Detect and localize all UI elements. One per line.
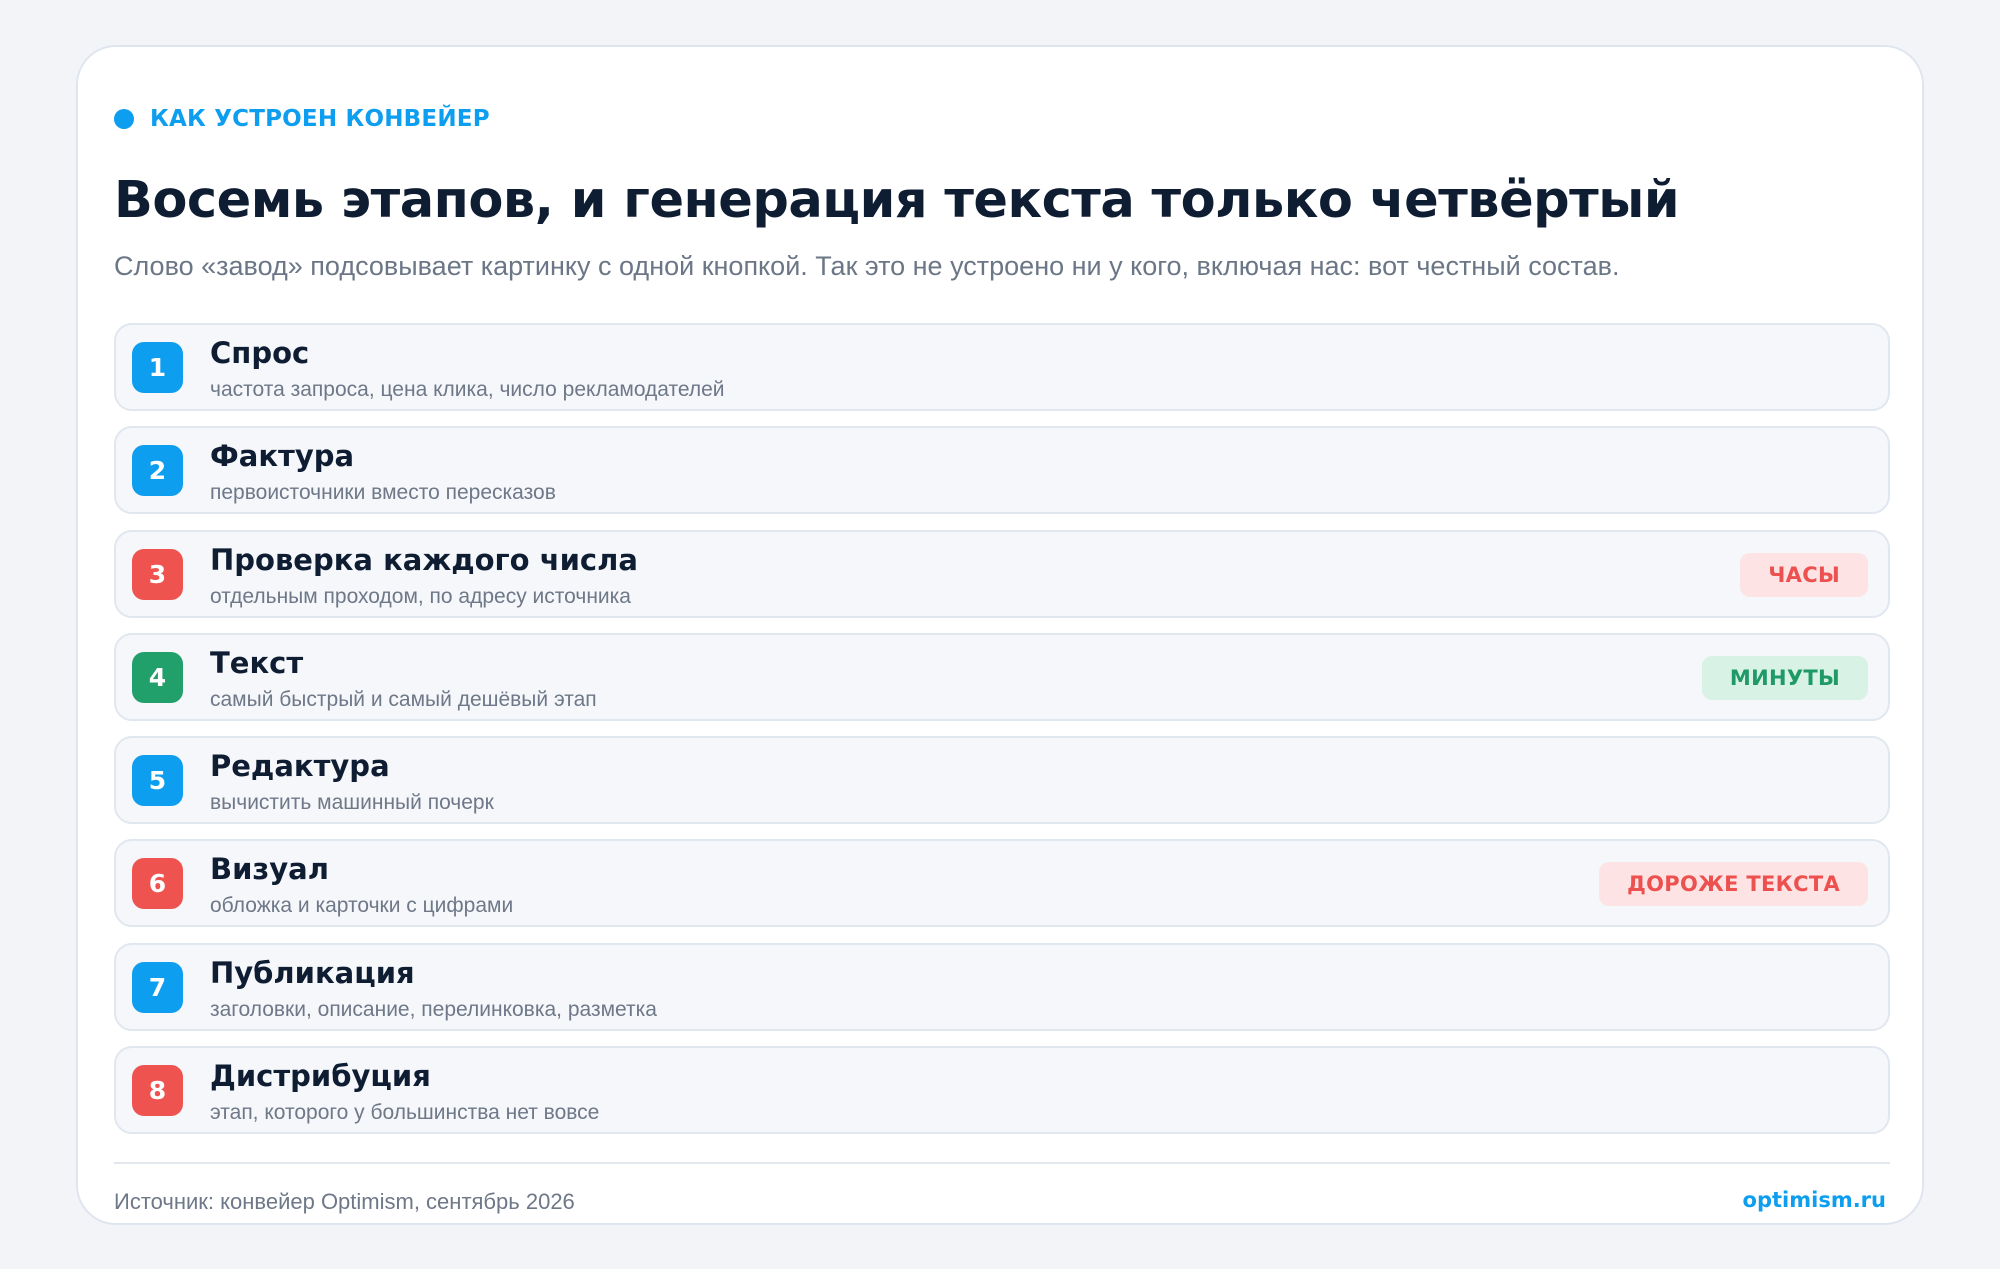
page-title: Восемь этапов, и генерация текста только…: [114, 171, 1680, 230]
step-number: 3: [132, 548, 183, 600]
step-title: Дистрибуция: [210, 1059, 431, 1094]
step-title: Публикация: [210, 955, 415, 990]
step-item: 6 Визуал обложка и карточки с цифрами ДО…: [114, 839, 1890, 928]
step-number: 1: [132, 342, 183, 393]
step-badge: ДОРОЖЕ ТЕКСТА: [1599, 862, 1868, 907]
step-title: Визуал: [210, 852, 329, 887]
step-item: 4 Текст самый быстрый и самый дешёвый эт…: [114, 632, 1890, 721]
footer-brand-link[interactable]: optimism.ru: [1743, 1188, 1886, 1212]
steps-list: 1 Спрос частота запроса, цена клика, чис…: [114, 323, 1890, 1149]
step-title: Фактура: [210, 439, 355, 474]
footer-source: Источник: конвейер Optimism, сентябрь 20…: [114, 1189, 575, 1214]
step-number: 8: [132, 1065, 183, 1117]
step-number: 2: [132, 445, 183, 497]
step-description: этап, которого у большинства нет вовсе: [210, 1101, 600, 1125]
footer-divider: [114, 1162, 1890, 1164]
eyebrow-label: КАК УСТРОЕН КОНВЕЙЕР: [150, 106, 490, 132]
step-description: самый быстрый и самый дешёвый этап: [210, 687, 597, 711]
step-number: 4: [132, 651, 183, 703]
step-number: 5: [132, 755, 183, 807]
step-item: 2 Фактура первоисточники вместо пересказ…: [114, 426, 1890, 515]
step-title: Проверка каждого числа: [210, 542, 638, 577]
step-item: 5 Редактура вычистить машинный почерк: [114, 736, 1890, 825]
step-number: 7: [132, 961, 183, 1013]
step-item: 3 Проверка каждого числа отдельным прохо…: [114, 529, 1890, 618]
step-title: Редактура: [210, 749, 390, 784]
step-badge: ЧАСЫ: [1740, 552, 1868, 597]
step-description: вычистить машинный почерк: [210, 791, 494, 815]
step-description: отдельным проходом, по адресу источника: [210, 584, 631, 608]
page-subtitle: Слово «завод» подсовывает картинку с одн…: [114, 251, 1620, 281]
step-description: обложка и карточки с цифрами: [210, 894, 514, 918]
step-item: 1 Спрос частота запроса, цена клика, чис…: [114, 323, 1890, 411]
eyebrow-dot-icon: [114, 109, 134, 129]
step-description: частота запроса, цена клика, число рекла…: [210, 378, 725, 401]
step-number: 6: [132, 858, 183, 910]
eyebrow: КАК УСТРОЕН КОНВЕЙЕР: [114, 106, 490, 132]
step-item: 8 Дистрибуция этап, которого у большинст…: [114, 1046, 1890, 1135]
step-description: заголовки, описание, перелинковка, разме…: [210, 997, 657, 1021]
pipeline-card: КАК УСТРОЕН КОНВЕЙЕР Восемь этапов, и ге…: [76, 45, 1924, 1225]
step-description: первоисточники вместо пересказов: [210, 481, 556, 505]
step-badge: МИНУТЫ: [1701, 655, 1868, 700]
step-title: Текст: [210, 645, 304, 680]
step-title: Спрос: [210, 336, 310, 370]
step-item: 7 Публикация заголовки, описание, перели…: [114, 942, 1890, 1031]
